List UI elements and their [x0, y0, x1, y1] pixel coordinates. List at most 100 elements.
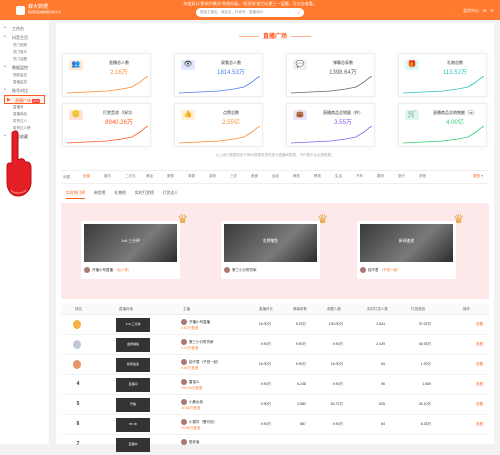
- anchor-name[interactable]: 开播小号直播: [181, 319, 210, 325]
- avatar: [181, 359, 187, 365]
- sparkline-path: [291, 126, 372, 144]
- table-row[interactable]: 1v8 三分钟 开播小号直播 2.52万音浪 16.00万 5.23万 100.00万 2,…: [61, 315, 489, 335]
- table-row[interactable]: 6 PK 中 小檬好（曹可欣） 15.66万音浪 9.90万 887 9.90万 84 6.33…: [61, 415, 489, 435]
- sparkline-path: [179, 126, 260, 144]
- rank-tab[interactable]: 打赏达人: [163, 191, 178, 199]
- mail-icon[interactable]: ✉: [483, 8, 486, 14]
- cover-title: 1v8 三分钟: [121, 239, 140, 243]
- rank-tab[interactable]: 带货榜: [94, 191, 105, 199]
- sidebar-subitem[interactable]: 视频监控: [0, 72, 49, 79]
- rank-number: 5: [76, 401, 80, 407]
- anchor-name[interactable]: 小鹿女孩: [181, 399, 203, 405]
- brand-logo[interactable]: 蝉大数据 短视频直播数据分析平台: [16, 5, 61, 15]
- filter-chip[interactable]: 母婴: [188, 174, 195, 179]
- more-filter-button[interactable]: 更多 ▾: [473, 174, 483, 179]
- coin-icon: 🪙: [69, 110, 83, 120]
- table-row[interactable]: 4 直播间 雷诺么 154.06万音浪 9.90万 6,248 9.90万 96 1,069 查看: [61, 375, 489, 395]
- menu-icon[interactable]: ☰: [490, 8, 494, 14]
- live-cover[interactable]: 1v8 三分钟: [116, 318, 150, 332]
- podium-card[interactable]: 金牌捕鱼 ♛ 第三小分带货家: [221, 212, 328, 279]
- table-row[interactable]: 5 开播 小鹿女孩 15.66万音浪 9.90万 2,582 63.72万 825 26.10万…: [61, 395, 489, 415]
- sidebar-item[interactable]: • 账号对比: [0, 86, 49, 95]
- sidebar-subitem[interactable]: 直播商品: [0, 111, 49, 118]
- filter-chip[interactable]: 运动: [272, 174, 279, 179]
- live-cover[interactable]: 新闻速递: [116, 358, 150, 372]
- rank-tab[interactable]: 实时打赏榜: [135, 191, 154, 199]
- anchor-name[interactable]: 柚子君（子悦一起）: [181, 359, 221, 365]
- podium-anchor[interactable]: 柚子君 （子悦一起）: [360, 267, 401, 273]
- filter-chip[interactable]: 教育: [314, 174, 321, 179]
- live-cover[interactable]: 直播中: [116, 438, 150, 452]
- anchor-name[interactable]: 雷诺么: [181, 379, 200, 385]
- view-button[interactable]: 查看: [476, 422, 483, 427]
- sidebar-item[interactable]: • 工作台: [0, 24, 49, 33]
- filter-chip[interactable]: 美妆: [146, 174, 153, 179]
- view-button[interactable]: 查看: [476, 342, 483, 347]
- live-cover[interactable]: 开播: [116, 398, 150, 412]
- filter-chip[interactable]: 数码: [377, 174, 384, 179]
- anchor-name[interactable]: 小檬好（曹可欣）: [181, 419, 217, 425]
- member-center-link[interactable]: 会员中心: [463, 8, 479, 14]
- podium-anchor[interactable]: 第三小分带货家: [224, 267, 257, 273]
- live-cover[interactable]: 直播间: [116, 378, 150, 392]
- rank-tab[interactable]: 礼物榜: [114, 191, 125, 199]
- podium-anchor[interactable]: 开播小号直播 （仙人掌）: [84, 267, 132, 273]
- search-input[interactable]: 搜索主播名、商品名、抖音号、直播间ID ⌕: [196, 8, 304, 17]
- filter-chip[interactable]: 服饰: [167, 174, 174, 179]
- sales-amount: 1.13万音浪: [181, 346, 199, 350]
- filter-chip[interactable]: 全部: [83, 174, 90, 179]
- podium-card[interactable]: 1v8 三分钟 ♛ 开播小号直播 （仙人掌）: [81, 212, 188, 279]
- sidebar-subitem[interactable]: 热门音乐: [0, 49, 49, 56]
- sidebar-subitem[interactable]: 热门话题: [0, 56, 49, 63]
- live-cover[interactable]: 金牌捕鱼: [224, 224, 317, 262]
- avatar: [181, 419, 187, 425]
- sparkline-path: [67, 126, 148, 144]
- table-row[interactable]: 7 直播中 陪伴者: [61, 435, 489, 455]
- sidebar-subitem[interactable]: 带货达人: [0, 118, 49, 125]
- sidebar-subitem[interactable]: 直播监控: [0, 79, 49, 86]
- filter-chip[interactable]: 游戏: [209, 174, 216, 179]
- anchor-label: 小鹿女孩: [189, 399, 203, 404]
- column-header: 观看人数: [327, 307, 341, 311]
- live-cover[interactable]: 金牌捕鱼: [116, 338, 150, 352]
- filter-chip[interactable]: 美食: [251, 174, 258, 179]
- table-row[interactable]: 新闻速递 柚子君（子悦一起） 9.50万音浪 16.00万 9.90万 16.00万 84 1…: [61, 355, 489, 375]
- avatar: [84, 267, 90, 273]
- filter-chip[interactable]: 生活: [335, 174, 342, 179]
- cell-viewers: 9.90万: [332, 422, 343, 426]
- filter-chip[interactable]: 其他: [419, 174, 426, 179]
- rank-tab[interactable]: 实时热门榜: [66, 191, 85, 199]
- live-cover[interactable]: PK 中: [116, 418, 150, 432]
- sidebar-item[interactable]: • 抖音主页: [0, 33, 49, 42]
- sidebar-subitem[interactable]: 热门视频: [0, 42, 49, 49]
- sidebar-item-label: 抖音主页: [12, 35, 28, 40]
- podium-card[interactable]: 新闻速递 ♛ 柚子君 （子悦一起）: [357, 212, 464, 279]
- anchor-name[interactable]: 第三小分带货家: [181, 339, 214, 345]
- filter-chip[interactable]: 萌宠: [293, 174, 300, 179]
- table-row[interactable]: 金牌捕鱼 第三小分带货家 1.13万音浪 9.90万 9.90万 9.90万 2,429 46…: [61, 335, 489, 355]
- view-button[interactable]: 查看: [476, 402, 483, 407]
- live-cover[interactable]: 1v8 三分钟: [84, 224, 177, 262]
- filter-chip[interactable]: 娱乐: [104, 174, 111, 179]
- sidebar-item-live-plaza[interactable]: ▶ 直播广场 HOT: [4, 95, 45, 104]
- anchor-name[interactable]: 陪伴者: [181, 439, 200, 445]
- filter-chip[interactable]: 旅行: [398, 174, 405, 179]
- notice-banner[interactable]: 年度双11“影响力模式”系统升级，“轻识别”助力以更上一层楼，可点击查看。: [0, 1, 500, 7]
- stat-card: 👁 观看总人数 1814.53万: [174, 53, 263, 97]
- filter-chip[interactable]: 二次元: [125, 174, 136, 179]
- sidebar-item[interactable]: • 数据监控: [0, 63, 49, 72]
- sales-amount: 9.50万音浪: [181, 366, 199, 370]
- filter-chip[interactable]: 汽车: [356, 174, 363, 179]
- cell-duration: 16.00万: [258, 322, 271, 326]
- view-button[interactable]: 查看: [476, 322, 483, 327]
- view-button[interactable]: 查看: [476, 382, 483, 387]
- sales-amount: 15.66万音浪: [181, 426, 201, 430]
- live-cover[interactable]: 新闻速递: [360, 224, 453, 262]
- sidebar-item-label: 直播广场: [15, 98, 31, 103]
- sidebar-subitem[interactable]: 直播号: [0, 104, 49, 111]
- view-button[interactable]: 查看: [476, 362, 483, 367]
- filter-chip[interactable]: 三农: [230, 174, 237, 179]
- stat-trend-sparkline: [179, 126, 260, 144]
- cover-title: 新闻速递: [398, 239, 415, 243]
- search-icon[interactable]: ⌕: [298, 10, 300, 15]
